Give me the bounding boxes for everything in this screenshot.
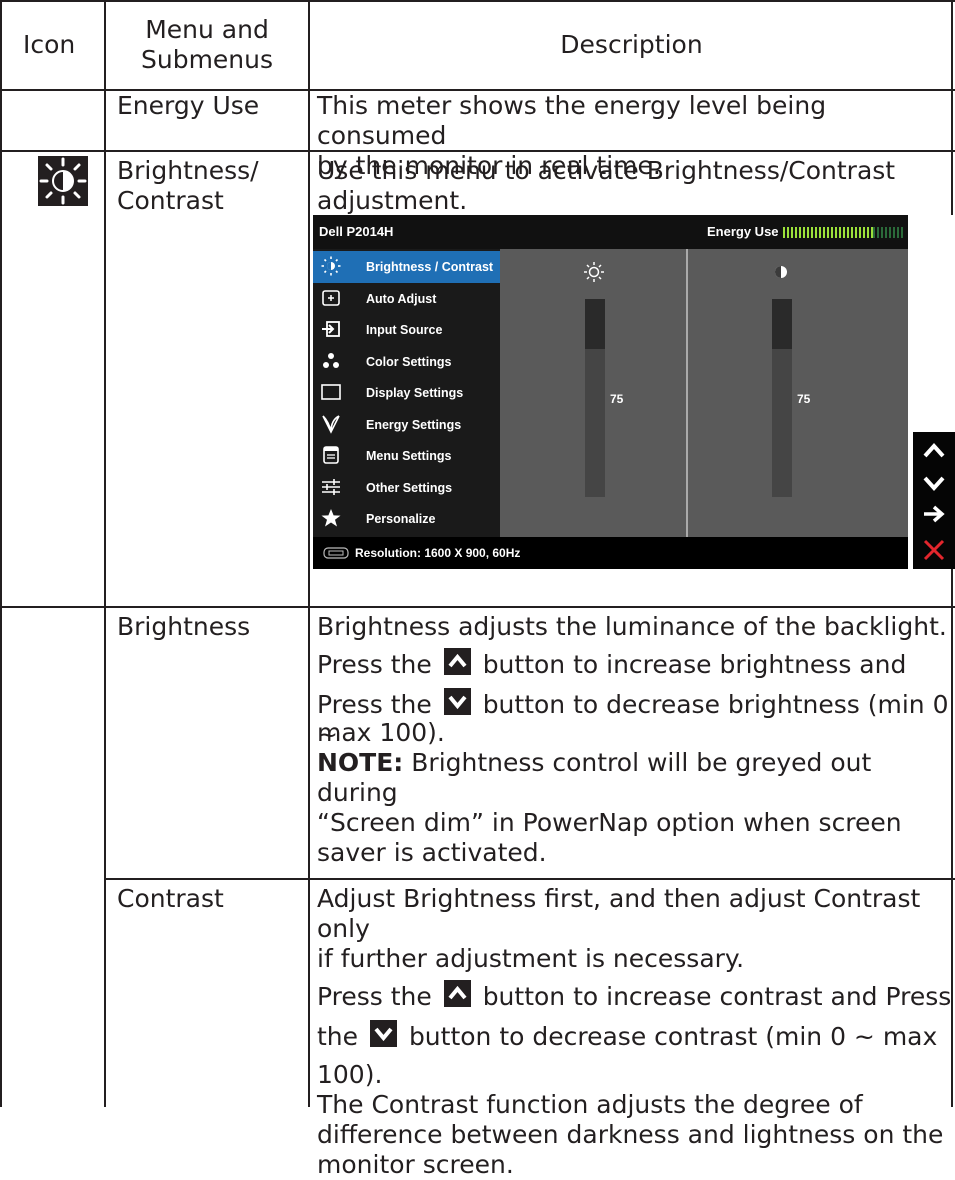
contrast-line1: Adjust Brightness first, and then adjust… [317,884,921,943]
osd-menu-item[interactable]: Auto Adjust [313,283,500,315]
osd-menu-item-label: Color Settings [366,354,452,369]
row3-bottom-border [105,878,955,880]
header-menu-line1: Menu and [145,15,269,44]
note-label: NOTE: [317,748,404,777]
osd-model-name: Dell P2014H [319,224,394,239]
osd-menu-item[interactable]: Input Source [313,314,500,346]
brightness-line3: Press the button to decrease brightness … [317,688,952,749]
osd-menu-item-label: Other Settings [366,480,453,495]
bc-desc-line1: Use this menu to activate Brightness/Con… [317,156,896,185]
brightness-line4: max 100). [317,718,445,747]
osd-brightness-value: 75 [610,392,624,406]
osd-menu-item-label: Brightness / Contrast [366,260,494,274]
brightness-line2b: button to increase brightness and [482,650,907,679]
icon-col-border [104,0,106,1107]
note-line3: saver is activated. [317,838,547,867]
brightness-contrast-description: Use this menu to activate Brightness/Con… [317,156,952,216]
input-source-icon [322,321,340,337]
brightness-line2: Press the button to increase brightness … [317,648,952,688]
osd-menu-item-label: Display Settings [366,386,464,400]
osd-brightness-slider [585,299,605,497]
contrast-line5: 100). [317,1060,383,1089]
close-icon[interactable] [921,537,947,563]
menu-brightness-contrast-line1: Brightness/ [117,156,259,185]
osd-energy-meter [783,227,903,238]
contrast-line8: monitor screen. [317,1150,514,1179]
display-icon [321,384,341,400]
contrast-line4a: the [317,1022,359,1051]
osd-menu-item-label: Personalize [366,512,436,526]
osd-resolution: Resolution: 1600 X 900, 60Hz [355,546,521,560]
osd-menu-item[interactable]: Other Settings [313,472,500,504]
up-button-icon [443,980,471,1007]
row2-bottom-border [0,606,955,608]
osd-menu-item[interactable]: Energy Settings [313,409,500,441]
brightness-line2a: Press the [317,650,432,679]
osd-menu-item-label: Auto Adjust [366,291,437,306]
monitor-connector-icon [323,547,349,559]
down-button-icon [369,1020,397,1047]
osd-menu-item[interactable]: Personalize [313,503,500,535]
osd-top-bar: Dell P2014H Energy Use [313,215,908,249]
contrast-description: Adjust Brightness first, and then adjust… [317,884,952,1180]
osd-menu-item-label: Energy Settings [366,417,462,432]
leaf-icon [322,414,340,434]
energy-desc-line1: This meter shows the energy level being … [317,91,827,150]
auto-adjust-icon [322,289,340,306]
contrast-line7: difference between darkness and lightnes… [317,1120,944,1149]
down-arrow-icon[interactable] [921,472,947,494]
menu-contrast: Contrast [117,884,224,913]
header-description: Description [560,30,703,59]
osd-contrast-value: 75 [797,392,811,406]
osd-menu-item-label: Menu Settings [366,449,452,463]
contrast-line2: if further adjustment is necessary. [317,944,745,973]
sliders-icon [322,478,340,495]
header-menu-line2: Submenus [140,45,274,74]
up-arrow-icon[interactable] [921,440,947,462]
osd-menu-item[interactable]: Brightness / Contrast [313,251,500,283]
osd-contrast-level [772,348,792,497]
osd-panel-divider [686,249,688,537]
contrast-line4: the button to decrease contrast (min 0 ~… [317,1020,952,1060]
color-dots-icon [323,352,339,368]
osd-brightness-level [585,348,605,497]
brightness-line3a: Press the [317,690,432,719]
contrast-line4b: button to decrease contrast (min 0 ~ max [408,1022,938,1051]
osd-menu-item[interactable]: Color Settings [313,346,500,378]
osd-menu-item-label: Input Source [366,323,443,337]
osd-contrast-icon [775,266,787,278]
note-line2: “Screen dim” in PowerNap option when scr… [317,808,902,837]
osd-menu-item[interactable]: Menu Settings [313,440,500,472]
menu-energy-use: Energy Use [117,91,260,120]
osd-energy-label: Energy Use [707,224,779,239]
sun-icon [321,256,341,276]
menu-brightness-contrast-line2: Contrast [117,186,224,215]
brightness-line1: Brightness adjusts the luminance of the … [317,612,947,641]
contrast-line6: The Contrast function adjusts the degree… [317,1090,863,1119]
table-top-border [0,0,955,2]
menu-brightness: Brightness [117,612,251,641]
left-border [0,0,2,1107]
contrast-line3b: button to increase contrast and Press [482,982,952,1011]
contrast-line3a: Press the [317,982,432,1011]
osd-contrast-slider [772,299,792,497]
bc-desc-line2: adjustment. [317,186,468,215]
menu-col-border [308,0,310,1107]
header-icon: Icon [23,30,76,59]
brightness-note: NOTE: Brightness control will be greyed … [317,748,952,808]
brightness-contrast-icon [38,156,88,206]
down-button-icon [443,688,471,715]
right-arrow-icon[interactable] [921,503,947,525]
menu-icon [323,446,339,464]
brightness-description: Brightness adjusts the luminance of the … [317,612,952,868]
contrast-line3: Press the button to increase contrast an… [317,980,952,1020]
osd-menu-item[interactable]: Display Settings [313,377,500,409]
osd-sun-icon [584,262,604,282]
star-icon [321,509,341,527]
osd-screenshot: Dell P2014H Energy Use 75 75 Resolution:… [313,215,908,569]
osd-bottom-bar: Resolution: 1600 X 900, 60Hz [313,537,908,569]
up-button-icon [443,648,471,675]
